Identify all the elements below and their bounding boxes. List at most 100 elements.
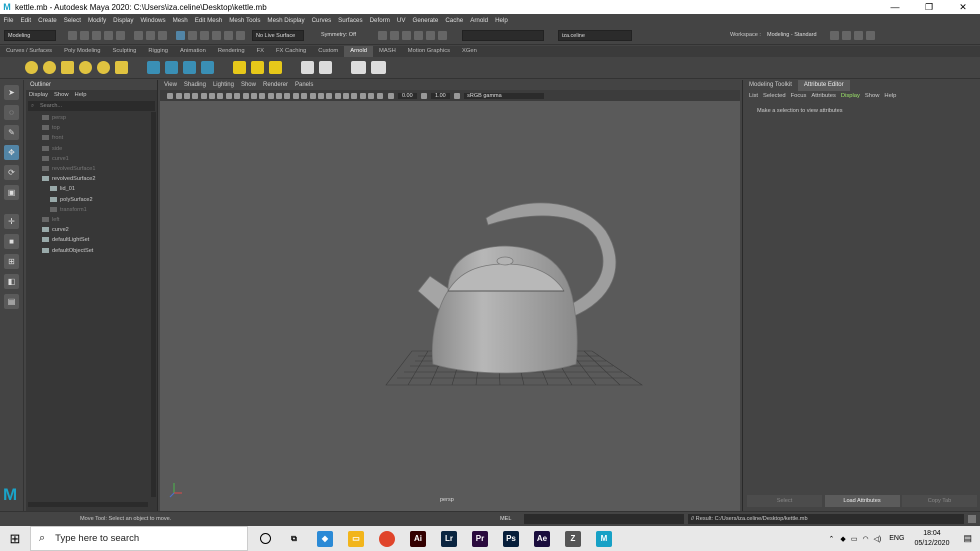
camera-attributes-icon[interactable] bbox=[175, 92, 182, 99]
safe-title-icon[interactable] bbox=[250, 92, 257, 99]
procedural-icon[interactable] bbox=[200, 61, 214, 74]
attribute-editor-icon[interactable] bbox=[853, 30, 863, 40]
color-management-icon[interactable] bbox=[453, 92, 460, 99]
resolution-gate-icon[interactable] bbox=[217, 92, 224, 99]
volume-icon[interactable]: ◁) bbox=[874, 535, 882, 543]
menu-item[interactable]: Edit Mesh bbox=[191, 17, 226, 24]
menu-item[interactable]: Arnold bbox=[467, 17, 492, 24]
persp-outliner-icon[interactable]: ◧ bbox=[4, 274, 19, 289]
shelf-tab[interactable]: Poly Modeling bbox=[58, 46, 106, 57]
outliner-item[interactable]: lid_01 bbox=[50, 184, 75, 194]
photometric-light-icon[interactable] bbox=[60, 61, 74, 74]
shadows-icon[interactable] bbox=[309, 92, 316, 99]
modeling-toolkit-icon[interactable] bbox=[841, 30, 851, 40]
user-dropdown[interactable]: iza.celine bbox=[558, 29, 632, 41]
attribute-editor-menu-item[interactable]: Help bbox=[884, 91, 896, 101]
shelf-tab[interactable]: XGen bbox=[456, 46, 483, 57]
outliner-scrollbar[interactable] bbox=[151, 112, 156, 497]
layout-toggle-icon[interactable] bbox=[829, 30, 839, 40]
shelf-tab[interactable]: Custom bbox=[312, 46, 344, 57]
viewport-menu-item[interactable]: Renderer bbox=[263, 80, 288, 90]
script-editor-icon[interactable] bbox=[968, 515, 976, 523]
save-scene-icon[interactable] bbox=[91, 30, 101, 40]
maya-icon[interactable]: M bbox=[596, 530, 612, 547]
render-view-icon[interactable] bbox=[437, 30, 447, 40]
menu-item[interactable]: Generate bbox=[409, 17, 442, 24]
outliner-layout-icon[interactable]: ▤ bbox=[4, 294, 19, 309]
depth-of-field-icon[interactable] bbox=[343, 92, 350, 99]
film-gate-icon[interactable] bbox=[209, 92, 216, 99]
menu-item[interactable]: Display bbox=[110, 17, 137, 24]
image-plane-icon[interactable] bbox=[192, 92, 199, 99]
hypershade-icon[interactable] bbox=[425, 30, 435, 40]
photoshop-icon[interactable]: Ps bbox=[503, 530, 519, 547]
live-surface-field[interactable]: No Live Surface bbox=[252, 29, 304, 41]
outliner-item[interactable]: defaultObjectSet bbox=[42, 246, 93, 256]
new-scene-icon[interactable] bbox=[67, 30, 77, 40]
curve-collector-icon[interactable] bbox=[182, 61, 196, 74]
menu-item[interactable]: File bbox=[0, 17, 17, 24]
cortana-icon[interactable] bbox=[260, 533, 271, 544]
shelf-tab[interactable]: Arnold bbox=[344, 46, 374, 57]
shelf-tab[interactable]: Rendering bbox=[212, 46, 251, 57]
preview-icon[interactable] bbox=[350, 61, 366, 74]
field-chart-icon[interactable] bbox=[234, 92, 241, 99]
battery-icon[interactable]: ▭ bbox=[851, 535, 858, 543]
mel-label[interactable]: MEL bbox=[500, 516, 520, 522]
xray-components-icon[interactable] bbox=[376, 92, 383, 99]
after-effects-icon[interactable]: Ae bbox=[534, 530, 550, 547]
render-sequence-icon[interactable] bbox=[389, 30, 399, 40]
viewport-menu-item[interactable]: Lighting bbox=[213, 80, 234, 90]
xray-icon[interactable] bbox=[359, 92, 366, 99]
undo-icon[interactable] bbox=[103, 30, 113, 40]
camera-select-icon[interactable] bbox=[167, 92, 174, 99]
menu-item[interactable]: Curves bbox=[308, 17, 335, 24]
area-light-icon[interactable] bbox=[24, 61, 38, 74]
menu-item[interactable]: Cache bbox=[442, 17, 467, 24]
xray-joints-icon[interactable] bbox=[368, 92, 375, 99]
file-explorer-icon[interactable]: ▭ bbox=[348, 530, 364, 547]
tx-manager-icon[interactable] bbox=[300, 61, 314, 74]
windows-start-icon[interactable]: ⊞ bbox=[0, 526, 30, 551]
motion-blur-icon[interactable] bbox=[326, 92, 333, 99]
attribute-editor-menu-item[interactable]: Show bbox=[865, 91, 880, 101]
wifi-icon[interactable]: ◠ bbox=[862, 535, 868, 543]
render-selection-icon[interactable] bbox=[250, 61, 264, 74]
outliner-menu-item[interactable]: Display bbox=[29, 90, 48, 100]
maps-icon[interactable]: ◆ bbox=[317, 530, 333, 547]
lightroom-icon[interactable]: Lr bbox=[441, 530, 457, 547]
light-portal-icon[interactable] bbox=[114, 61, 128, 74]
four-view-icon[interactable]: ⊞ bbox=[4, 254, 19, 269]
menu-item[interactable]: Edit bbox=[17, 17, 35, 24]
outliner-item[interactable]: revolvedSurface1 bbox=[42, 164, 96, 174]
attribute-editor-menu-item[interactable]: Display bbox=[841, 91, 860, 101]
render-frame-icon[interactable] bbox=[377, 30, 387, 40]
paint-select-tool-icon[interactable]: ✎ bbox=[4, 125, 19, 140]
command-input[interactable] bbox=[524, 514, 684, 524]
attribute-editor-menu-item[interactable]: Selected bbox=[763, 91, 786, 101]
attribute-editor-button[interactable]: Copy Tab bbox=[902, 495, 977, 507]
rotate-tool-icon[interactable]: ⟳ bbox=[4, 165, 19, 180]
attribute-editor-button[interactable]: Load Attributes bbox=[824, 495, 900, 507]
flat-shading-icon[interactable] bbox=[232, 61, 246, 74]
outliner-search[interactable]: ⌕ Search... bbox=[28, 101, 155, 111]
redo-icon[interactable] bbox=[115, 30, 125, 40]
view-transform-dropdown[interactable]: sRGB gamma bbox=[464, 92, 545, 99]
bookmark-icon[interactable] bbox=[183, 92, 190, 99]
taskbar-search[interactable]: ⌕ Type here to search bbox=[30, 526, 248, 551]
gate-mask-icon[interactable] bbox=[225, 92, 232, 99]
close-button[interactable]: ✕ bbox=[946, 0, 980, 14]
isolate-select-icon[interactable] bbox=[351, 92, 358, 99]
skydome-light-icon[interactable] bbox=[78, 61, 92, 74]
mesh-light-icon[interactable] bbox=[42, 61, 56, 74]
menu-item[interactable]: Mesh bbox=[169, 17, 191, 24]
select-component-icon[interactable] bbox=[157, 30, 167, 40]
volume-icon[interactable] bbox=[164, 61, 178, 74]
snap-curve-icon[interactable] bbox=[187, 30, 197, 40]
dropbox-icon[interactable]: ◆ bbox=[840, 535, 845, 543]
outliner-menu-item[interactable]: Show bbox=[54, 90, 69, 100]
grid-icon[interactable] bbox=[200, 92, 207, 99]
snap-grid-icon[interactable] bbox=[175, 30, 185, 40]
outliner-item[interactable]: curve1 bbox=[42, 154, 69, 164]
menu-item[interactable]: Mesh Tools bbox=[226, 17, 264, 24]
